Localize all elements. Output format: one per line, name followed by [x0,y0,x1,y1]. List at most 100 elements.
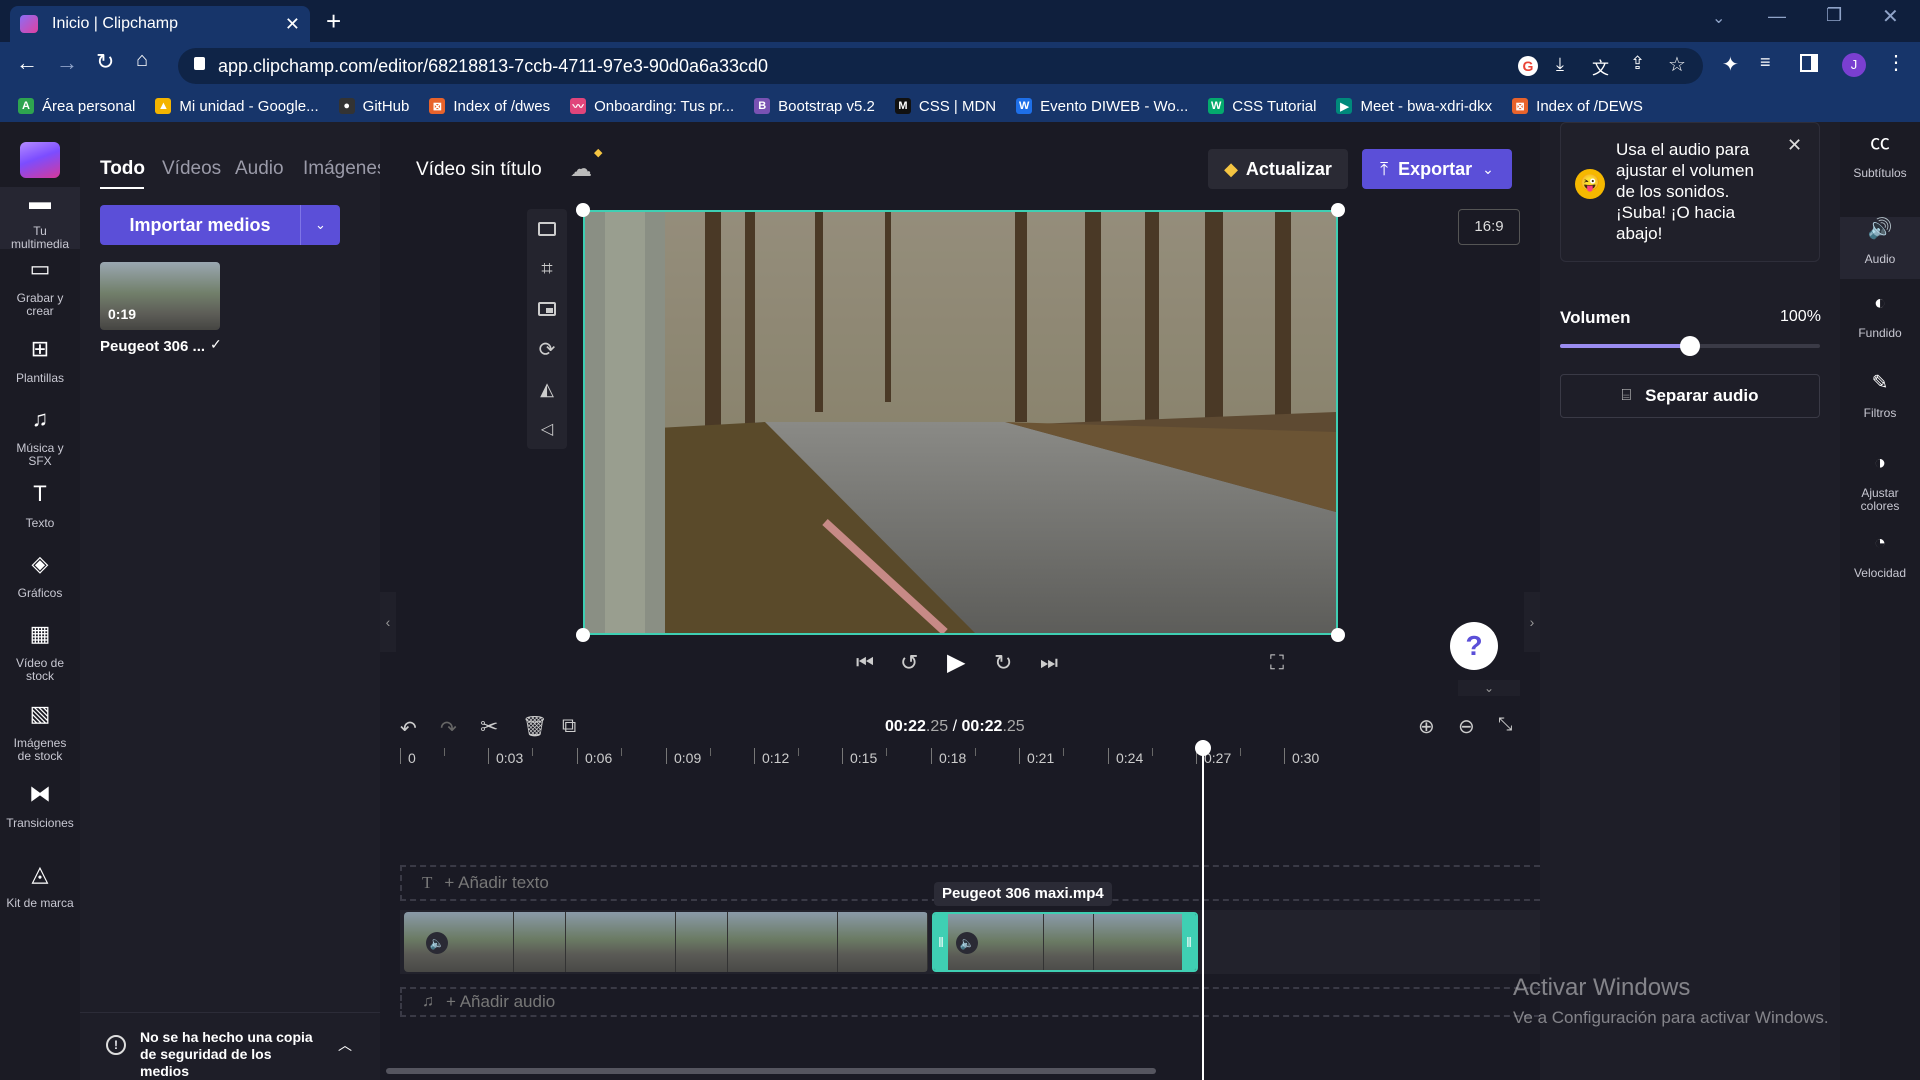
redo-icon[interactable]: ↷ [440,716,457,741]
url-field[interactable]: app.clipchamp.com/editor/68218813-7ccb-4… [178,48,1703,84]
bookmark-item[interactable]: ⊠ Index of /dwes [429,98,550,115]
split-scissors-icon[interactable]: ✂ [480,714,498,740]
bookmark-item[interactable]: A Área personal [18,98,135,115]
right-nav-item[interactable]: ✎ Filtros [1840,373,1920,420]
reload-icon[interactable]: ↻ [96,49,114,75]
clip-volume-icon[interactable]: 🔈 [956,932,978,954]
bookmark-item[interactable]: ▶ Meet - bwa-xdri-dkx [1336,98,1492,115]
forward-5-icon[interactable]: ↻ [994,650,1012,676]
chevron-up-icon[interactable]: ︿ [338,1035,352,1055]
pip-icon[interactable] [527,289,567,329]
extensions-icon[interactable]: ✦ [1722,52,1739,77]
close-tip-icon[interactable]: ✕ [1787,135,1802,156]
bookmark-item[interactable]: B Bootstrap v5.2 [754,98,875,115]
forward-icon[interactable]: → [56,50,78,76]
google-icon[interactable]: G [1518,56,1538,76]
skip-start-icon[interactable]: ⏮ [856,652,874,675]
right-nav-item[interactable]: 🔊 Audio [1840,217,1920,279]
media-control-icon[interactable]: ≡ [1760,52,1771,73]
translate-icon[interactable]: 文 [1592,54,1609,79]
zoom-out-icon[interactable]: ⊖ [1458,714,1475,739]
back-icon[interactable]: ← [16,50,38,76]
close-window-icon[interactable]: ✕ [1882,4,1899,29]
nav-item[interactable]: ▭ Grabar y crear [0,258,80,318]
bookmark-item[interactable]: W CSS Tutorial [1208,98,1316,115]
right-nav-item[interactable]: ◐ Fundido [1840,293,1920,340]
browser-tab[interactable]: Inicio | Clipchamp ✕ [10,6,310,42]
resize-handle[interactable] [576,203,590,217]
clip-volume-icon[interactable]: 🔈 [426,932,448,954]
collapse-right-icon[interactable]: › [1524,592,1540,652]
video-clip-selected[interactable]: ‖ 🔈 ‖ [932,912,1198,972]
volume-slider-knob[interactable] [1680,336,1700,356]
bookmark-item[interactable]: 〰 Onboarding: Tus pr... [570,98,734,115]
fit-icon[interactable] [527,209,567,249]
resize-handle[interactable] [576,628,590,642]
separate-audio-button[interactable]: ⌸ Separar audio [1560,374,1820,418]
nav-item[interactable]: ◈ Gráficos [0,553,80,600]
nav-item[interactable]: ▧ Imágenes de stock [0,703,80,763]
resize-handle[interactable] [1331,628,1345,642]
fit-timeline-icon[interactable]: ⤡ [1498,714,1512,735]
audio-track[interactable]: ♫ + Añadir audio [400,987,1540,1017]
volume-slider[interactable] [1560,336,1820,356]
skip-end-icon[interactable]: ⏭ [1040,652,1058,675]
crop-icon[interactable]: ⌗ [527,249,567,289]
share-icon[interactable]: ⇪ [1630,53,1645,74]
nav-item[interactable]: ♫ Música y SFX [0,408,80,468]
nav-item[interactable]: ⊞ Plantillas [0,338,80,385]
bookmark-item[interactable]: W Evento DIWEB - Wo... [1016,98,1188,115]
help-button[interactable]: ? [1450,622,1498,670]
nav-item[interactable]: ◬ Kit de marca [0,863,80,910]
bookmark-item[interactable]: ▲ Mi unidad - Google... [155,98,319,115]
play-icon[interactable]: ▶ [947,648,965,677]
clipchamp-logo[interactable] [20,142,60,178]
resize-handle[interactable] [1331,203,1345,217]
horizontal-scrollbar[interactable] [386,1068,1156,1074]
video-clip[interactable]: 🔈 [404,912,928,972]
new-tab-icon[interactable]: + [326,6,341,37]
rewind-5-icon[interactable]: ↺ [900,650,918,676]
sidepanel-icon[interactable] [1800,54,1818,72]
media-tab[interactable]: Imágenes [303,158,386,180]
timeline-ruler[interactable]: 0 0:03 0:06 0:09 0:12 0:15 0:18 0:21 0:24 0:27 0:3… [400,748,1520,778]
right-nav-item[interactable]: ㏄ Subtítulos [1840,133,1920,180]
tab-search-icon[interactable]: ⌄ [1712,8,1725,28]
nav-item[interactable]: ▦ Vídeo de stock [0,623,80,683]
bookmark-item[interactable]: ● GitHub [338,98,409,115]
trim-handle-right[interactable]: ‖ [1182,914,1196,970]
aspect-ratio-button[interactable]: 16:9 [1458,209,1520,245]
export-button[interactable]: ⤒ Exportar ⌄ [1362,149,1512,189]
fullscreen-icon[interactable]: ⛶ [1270,652,1284,675]
menu-icon[interactable]: ⋮ [1886,50,1906,75]
minimize-icon[interactable]: — [1768,6,1786,27]
undo-icon[interactable]: ↶ [400,716,417,741]
playhead-knob[interactable] [1195,740,1211,756]
backup-notice[interactable]: ! No se ha hecho una copia de seguridad … [80,1012,380,1080]
install-icon[interactable]: ⤓ [1556,54,1564,75]
video-preview[interactable] [583,210,1338,635]
maximize-icon[interactable]: ❐ [1826,5,1842,26]
volume-ramp-icon[interactable]: ◁ [527,409,567,449]
media-tab[interactable]: Audio [235,158,284,180]
right-nav-item[interactable]: ◑ Ajustar colores [1840,453,1920,513]
trim-handle-left[interactable]: ‖ [934,914,948,970]
media-tab[interactable]: Vídeos [162,158,221,180]
import-dropdown-chevron-icon[interactable]: ⌄ [300,205,340,245]
delete-icon[interactable]: 🗑 [522,714,547,739]
media-item[interactable]: 0:19 [100,262,220,330]
bookmark-star-icon[interactable]: ☆ [1668,52,1686,77]
close-tab-icon[interactable]: ✕ [285,14,300,35]
playhead[interactable] [1195,740,1211,1080]
upgrade-button[interactable]: ◆ Actualizar [1208,149,1348,189]
nav-item[interactable]: T Texto [0,483,80,530]
flip-icon[interactable]: ◭ [527,369,567,409]
right-nav-item[interactable]: ◔ Velocidad [1840,533,1920,580]
import-media-button[interactable]: Importar medios ⌄ [100,205,340,245]
nav-item[interactable]: ⧓ Transiciones [0,783,80,830]
nav-item[interactable]: ▬ Tu multimedia [0,187,80,251]
rotate-icon[interactable]: ⟳ [527,329,567,369]
bookmark-item[interactable]: M CSS | MDN [894,98,996,115]
zoom-in-icon[interactable]: ⊕ [1418,714,1435,739]
collapse-left-icon[interactable]: ‹ [380,592,396,652]
